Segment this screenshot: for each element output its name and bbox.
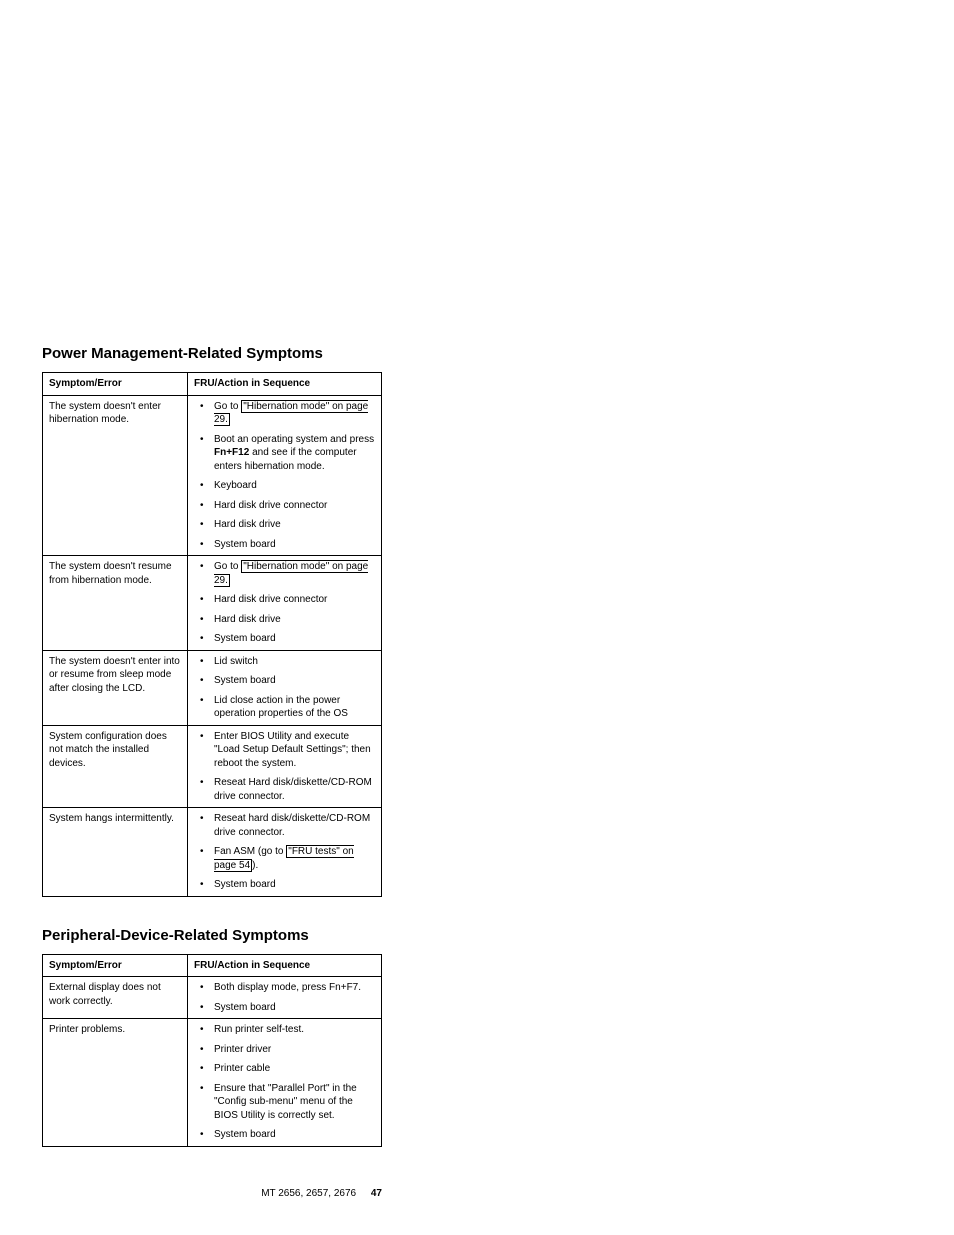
table-row: System hangs intermittently. Reseat hard…	[43, 808, 382, 897]
col-symptom: Symptom/Error	[43, 954, 188, 977]
table-header-row: Symptom/Error FRU/Action in Sequence	[43, 954, 382, 977]
action-item: System board	[206, 538, 375, 552]
action-cell: Go to "Hibernation mode" on page 29. Boo…	[188, 395, 382, 556]
symptom-cell: The system doesn't resume from hibernati…	[43, 556, 188, 651]
action-item: System board	[206, 632, 375, 646]
action-item: System board	[206, 878, 375, 892]
col-action: FRU/Action in Sequence	[188, 373, 382, 396]
symptom-cell: Printer problems.	[43, 1019, 188, 1147]
footer-text: MT 2656, 2657, 2676	[261, 1188, 356, 1199]
action-item: System board	[206, 1128, 375, 1142]
action-text: Go to	[214, 401, 241, 412]
action-item: Go to "Hibernation mode" on page 29.	[206, 400, 375, 427]
action-item: Fan ASM (go to "FRU tests" on page 54).	[206, 845, 375, 872]
table-header-row: Symptom/Error FRU/Action in Sequence	[43, 373, 382, 396]
action-item: Hard disk drive connector	[206, 593, 375, 607]
table-row: The system doesn't enter into or resume …	[43, 650, 382, 725]
action-item: System board	[206, 1001, 375, 1015]
symptom-cell: The system doesn't enter into or resume …	[43, 650, 188, 725]
action-item: Hard disk drive connector	[206, 499, 375, 513]
action-item: Keyboard	[206, 479, 375, 493]
action-cell: Lid switch System board Lid close action…	[188, 650, 382, 725]
action-item: Enter BIOS Utility and execute "Load Set…	[206, 730, 375, 771]
symptom-cell: System configuration does not match the …	[43, 725, 188, 808]
symptom-cell: The system doesn't enter hibernation mod…	[43, 395, 188, 556]
action-item: Go to "Hibernation mode" on page 29.	[206, 560, 375, 587]
action-text: Go to	[214, 561, 241, 572]
col-action: FRU/Action in Sequence	[188, 954, 382, 977]
action-item: Hard disk drive	[206, 613, 375, 627]
action-item: Boot an operating system and press Fn+F1…	[206, 433, 375, 474]
action-item: Lid close action in the power operation …	[206, 694, 375, 721]
action-cell: Go to "Hibernation mode" on page 29. Har…	[188, 556, 382, 651]
action-cell: Enter BIOS Utility and execute "Load Set…	[188, 725, 382, 808]
table-row: Printer problems. Run printer self-test.…	[43, 1019, 382, 1147]
symptom-cell: System hangs intermittently.	[43, 808, 188, 897]
page-number: 47	[371, 1188, 382, 1199]
action-item: Ensure that "Parallel Port" in the "Conf…	[206, 1082, 375, 1123]
table-row: External display does not work correctly…	[43, 977, 382, 1019]
action-text: Boot an operating system and press	[214, 434, 374, 445]
col-symptom: Symptom/Error	[43, 373, 188, 396]
table-row: System configuration does not match the …	[43, 725, 382, 808]
action-item: Printer cable	[206, 1062, 375, 1076]
action-cell: Both display mode, press Fn+F7. System b…	[188, 977, 382, 1019]
table-peripheral-symptoms: Symptom/Error FRU/Action in Sequence Ext…	[42, 954, 382, 1147]
action-item: Printer driver	[206, 1043, 375, 1057]
action-cell: Reseat hard disk/diskette/CD-ROM drive c…	[188, 808, 382, 897]
key-combo: Fn+F12	[214, 447, 249, 458]
action-item: Both display mode, press Fn+F7.	[206, 981, 375, 995]
symptom-cell: External display does not work correctly…	[43, 977, 188, 1019]
action-item: Hard disk drive	[206, 518, 375, 532]
action-item: Reseat Hard disk/diskette/CD-ROM drive c…	[206, 776, 375, 803]
page-footer: MT 2656, 2657, 2676 47	[42, 1188, 382, 1199]
section-heading-power: Power Management-Related Symptoms	[42, 345, 382, 362]
table-power-symptoms: Symptom/Error FRU/Action in Sequence The…	[42, 372, 382, 897]
action-text: Fan ASM (go to	[214, 846, 286, 857]
action-text: ).	[252, 860, 258, 871]
action-item: System board	[206, 674, 375, 688]
action-item: Reseat hard disk/diskette/CD-ROM drive c…	[206, 812, 375, 839]
action-cell: Run printer self-test. Printer driver Pr…	[188, 1019, 382, 1147]
table-row: The system doesn't resume from hibernati…	[43, 556, 382, 651]
action-item: Lid switch	[206, 655, 375, 669]
table-row: The system doesn't enter hibernation mod…	[43, 395, 382, 556]
action-item: Run printer self-test.	[206, 1023, 375, 1037]
section-heading-peripheral: Peripheral-Device-Related Symptoms	[42, 927, 382, 944]
